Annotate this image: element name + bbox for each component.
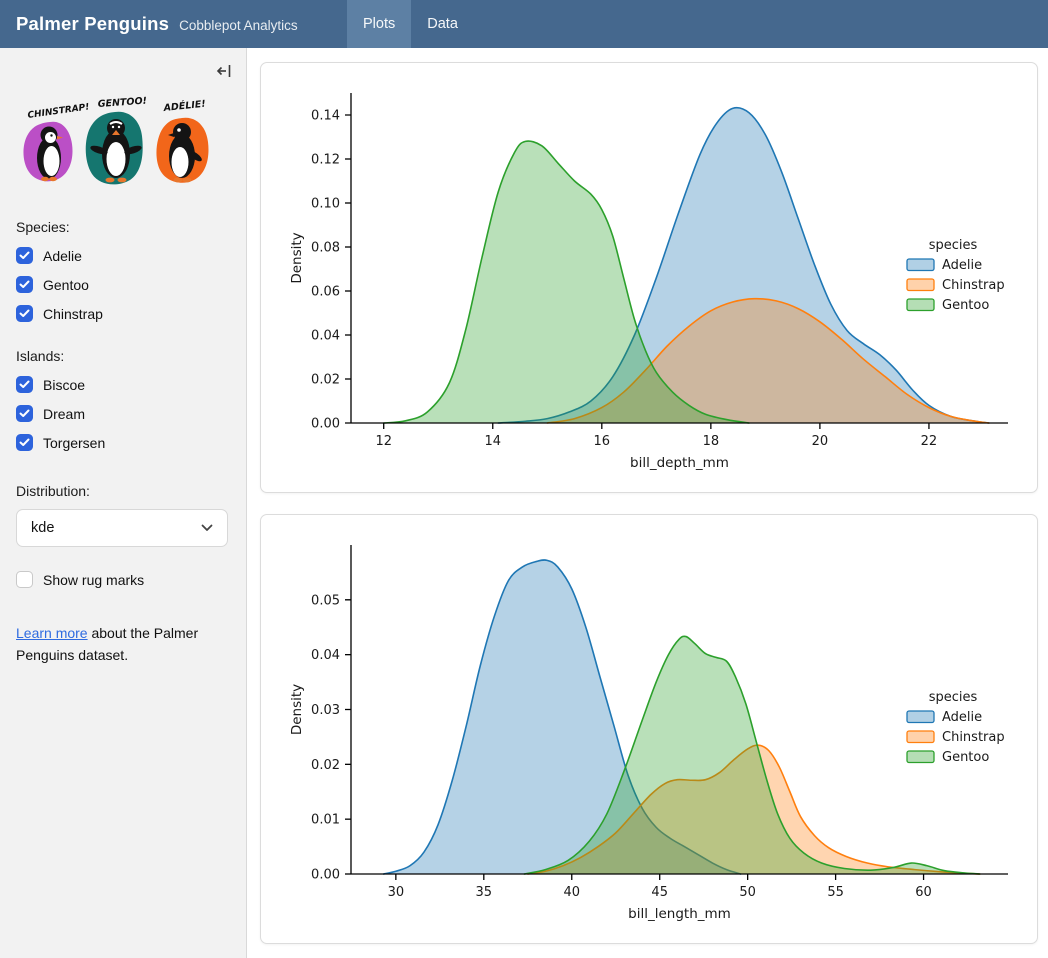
species-group-label: Species: bbox=[16, 219, 230, 235]
checkbox-island-torgersen[interactable]: Torgersen bbox=[16, 434, 230, 451]
chevron-down-icon bbox=[201, 524, 213, 532]
checkbox-island-dream[interactable]: Dream bbox=[16, 405, 230, 422]
svg-text:species: species bbox=[929, 690, 978, 705]
svg-text:Gentoo: Gentoo bbox=[942, 298, 989, 313]
checkbox-biscoe[interactable] bbox=[16, 376, 33, 393]
checkbox-label-biscoe: Biscoe bbox=[43, 377, 85, 393]
svg-text:55: 55 bbox=[827, 885, 844, 900]
svg-text:22: 22 bbox=[921, 434, 938, 449]
checkbox-dream[interactable] bbox=[16, 405, 33, 422]
tab-data[interactable]: Data bbox=[411, 0, 474, 48]
islands-group-label: Islands: bbox=[16, 348, 230, 364]
svg-text:0.02: 0.02 bbox=[311, 373, 340, 388]
svg-text:0.03: 0.03 bbox=[311, 703, 340, 718]
checkbox-rug-marks[interactable]: Show rug marks bbox=[16, 571, 230, 588]
svg-text:Gentoo: Gentoo bbox=[942, 750, 989, 765]
distribution-select[interactable]: kde bbox=[16, 509, 228, 547]
svg-text:Chinstrap: Chinstrap bbox=[942, 730, 1005, 745]
svg-text:35: 35 bbox=[476, 885, 493, 900]
svg-text:0.05: 0.05 bbox=[311, 593, 340, 608]
checkbox-species-chinstrap[interactable]: Chinstrap bbox=[16, 305, 230, 322]
app-title: Palmer Penguins bbox=[16, 13, 169, 35]
checkbox-label-gentoo: Gentoo bbox=[43, 277, 89, 293]
svg-text:0.12: 0.12 bbox=[311, 153, 340, 168]
checkbox-chinstrap[interactable] bbox=[16, 305, 33, 322]
svg-text:bill_length_mm: bill_length_mm bbox=[628, 906, 731, 922]
svg-text:Adelie: Adelie bbox=[942, 710, 982, 725]
distribution-selected-value: kde bbox=[31, 520, 54, 536]
tab-plots[interactable]: Plots bbox=[347, 0, 411, 48]
svg-text:14: 14 bbox=[484, 434, 501, 449]
svg-text:45: 45 bbox=[651, 885, 668, 900]
svg-text:0.00: 0.00 bbox=[311, 417, 340, 432]
checkbox-gentoo[interactable] bbox=[16, 276, 33, 293]
checkbox-species-gentoo[interactable]: Gentoo bbox=[16, 276, 230, 293]
adelie-label: ADÉLIE! bbox=[162, 98, 206, 114]
bill-depth-kde-chart: 12 14 16 18 20 22 0.00 0.02 0.04 0.06 0.08 0.10 0.12… bbox=[261, 63, 1037, 492]
sidebar: CHINSTRAP! GENTOO! ADÉLIE! Species: Adel… bbox=[0, 48, 247, 958]
distribution-label: Distribution: bbox=[16, 483, 230, 499]
checkbox-label-torgersen: Torgersen bbox=[43, 435, 105, 451]
svg-text:bill_depth_mm: bill_depth_mm bbox=[630, 455, 729, 471]
bill-length-kde-chart: 30 35 40 45 50 55 60 0.00 0.01 0.02 0.03 0.04 0.05 bi… bbox=[261, 515, 1037, 943]
svg-text:0.04: 0.04 bbox=[311, 648, 340, 663]
svg-text:12: 12 bbox=[375, 434, 392, 449]
penguin-artwork-image: CHINSTRAP! GENTOO! ADÉLIE! bbox=[14, 94, 230, 199]
svg-text:Adelie: Adelie bbox=[942, 258, 982, 273]
bill-depth-card: 12 14 16 18 20 22 0.00 0.02 0.04 0.06 0.08 0.10 0.12… bbox=[260, 62, 1038, 493]
svg-text:0.04: 0.04 bbox=[311, 329, 340, 344]
app-subtitle: Cobblepot Analytics bbox=[179, 18, 298, 33]
checkbox-label-chinstrap: Chinstrap bbox=[43, 306, 103, 322]
svg-text:40: 40 bbox=[563, 885, 580, 900]
svg-text:0.10: 0.10 bbox=[311, 197, 340, 212]
checkbox-label-adelie: Adelie bbox=[43, 248, 82, 264]
svg-text:20: 20 bbox=[812, 434, 829, 449]
svg-text:Chinstrap: Chinstrap bbox=[942, 278, 1005, 293]
checkbox-label-rug: Show rug marks bbox=[43, 572, 144, 588]
svg-text:species: species bbox=[929, 238, 978, 253]
svg-text:0.02: 0.02 bbox=[311, 758, 340, 773]
checkbox-adelie[interactable] bbox=[16, 247, 33, 264]
checkbox-species-adelie[interactable]: Adelie bbox=[16, 247, 230, 264]
svg-text:30: 30 bbox=[388, 885, 405, 900]
svg-text:0.14: 0.14 bbox=[311, 109, 340, 124]
checkbox-label-dream: Dream bbox=[43, 406, 85, 422]
main-content: 12 14 16 18 20 22 0.00 0.02 0.04 0.06 0.08 0.10 0.12… bbox=[247, 48, 1048, 958]
svg-text:16: 16 bbox=[594, 434, 611, 449]
chinstrap-label: CHINSTRAP! bbox=[27, 102, 90, 121]
learn-more-link[interactable]: Learn more bbox=[16, 625, 88, 641]
navbar-brand-group: Palmer Penguins Cobblepot Analytics bbox=[0, 0, 347, 48]
checkbox-show-rug[interactable] bbox=[16, 571, 33, 588]
svg-text:0.01: 0.01 bbox=[311, 813, 340, 828]
svg-text:18: 18 bbox=[703, 434, 720, 449]
checkbox-torgersen[interactable] bbox=[16, 434, 33, 451]
svg-text:0.00: 0.00 bbox=[311, 868, 340, 883]
svg-text:0.06: 0.06 bbox=[311, 285, 340, 300]
gentoo-label: GENTOO! bbox=[97, 96, 147, 110]
svg-text:50: 50 bbox=[739, 885, 756, 900]
checkbox-island-biscoe[interactable]: Biscoe bbox=[16, 376, 230, 393]
svg-text:Density: Density bbox=[289, 232, 305, 283]
navbar: Palmer Penguins Cobblepot Analytics Plot… bbox=[0, 0, 1048, 48]
nav-tabs: Plots Data bbox=[347, 0, 474, 48]
sidebar-footer-text: Learn more about the Palmer Penguins dat… bbox=[16, 622, 214, 667]
sidebar-collapse-icon[interactable] bbox=[215, 62, 233, 80]
svg-text:60: 60 bbox=[915, 885, 932, 900]
svg-text:0.08: 0.08 bbox=[311, 241, 340, 256]
svg-text:Density: Density bbox=[289, 684, 305, 735]
bill-length-card: 30 35 40 45 50 55 60 0.00 0.01 0.02 0.03 0.04 0.05 bi… bbox=[260, 514, 1038, 944]
